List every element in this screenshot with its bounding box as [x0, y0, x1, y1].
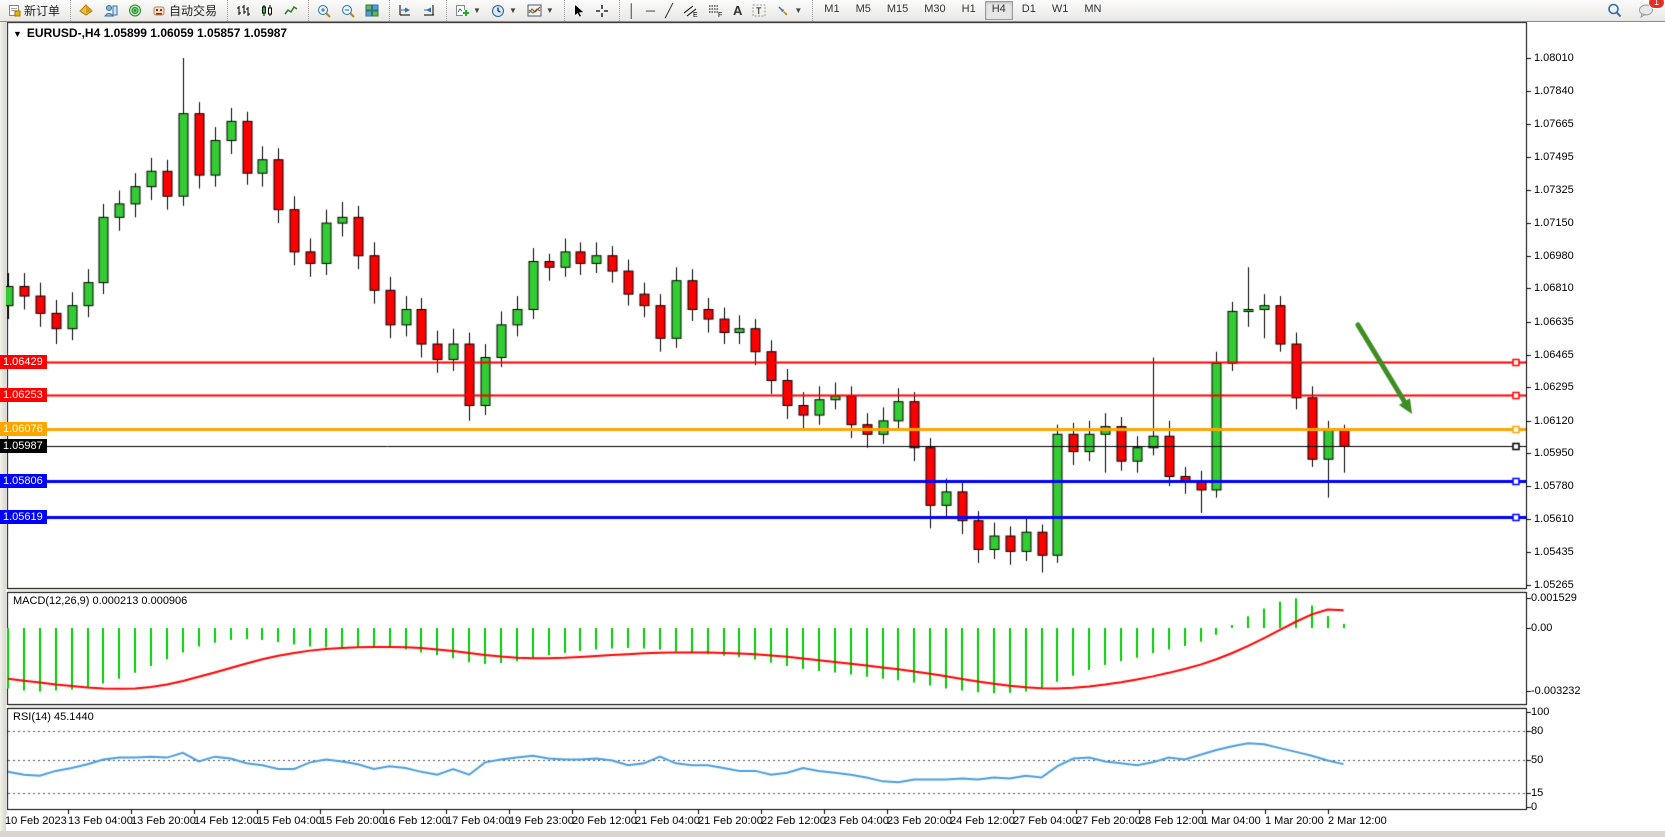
- robot-icon: [152, 4, 166, 17]
- vertical-line-button[interactable]: │: [623, 0, 641, 21]
- signals-button[interactable]: [123, 0, 147, 21]
- new-order-icon: [8, 4, 21, 17]
- periods-caret: ▼: [509, 6, 517, 15]
- text-icon: A: [733, 4, 742, 17]
- collapse-triangle-icon: ▼: [13, 29, 22, 39]
- search-icon: [1607, 3, 1622, 18]
- chat-badge: 1: [1648, 0, 1665, 9]
- window-bottom-edge: [0, 831, 1665, 837]
- timeframe-button-w1[interactable]: W1: [1045, 1, 1076, 20]
- metaeditor-button[interactable]: [74, 0, 99, 21]
- auto-scroll-button[interactable]: [393, 0, 417, 21]
- candlestick-chart-button[interactable]: [255, 0, 279, 21]
- indicators-caret: ▼: [473, 6, 481, 15]
- cursor-group: [564, 0, 617, 21]
- zoom-in-button[interactable]: [312, 0, 336, 21]
- auto-scroll-icon: [398, 4, 412, 17]
- crosshair-button[interactable]: [590, 0, 614, 21]
- svg-text:T: T: [756, 6, 762, 16]
- auto-trading-label: 自动交易: [169, 2, 217, 19]
- candlestick-chart-icon: [260, 4, 274, 17]
- objects-group: ▼ ▼ ▼: [446, 0, 562, 21]
- service-group: 自动交易: [70, 0, 225, 21]
- bar-chart-button[interactable]: [231, 0, 255, 21]
- arrows-caret: ▼: [794, 6, 802, 15]
- horizontal-line-icon: ─: [646, 4, 655, 17]
- cursor-button[interactable]: [568, 0, 590, 21]
- signal-icon: [128, 4, 142, 17]
- templates-caret: ▼: [546, 6, 554, 15]
- clock-icon: [491, 4, 505, 18]
- periods-button[interactable]: ▼: [486, 0, 522, 21]
- horizontal-line-button[interactable]: ─: [641, 0, 660, 21]
- crosshair-icon: [595, 4, 609, 18]
- chart-canvas[interactable]: [0, 0, 1665, 837]
- timeframe-button-m15[interactable]: M15: [880, 1, 915, 20]
- timeframe-button-m1[interactable]: M1: [817, 1, 846, 20]
- fibonacci-icon: F: [708, 4, 723, 17]
- text-button[interactable]: A: [728, 0, 747, 21]
- svg-text:F: F: [718, 12, 722, 17]
- arrows-button[interactable]: ▼: [771, 0, 807, 21]
- indicators-button[interactable]: ▼: [450, 0, 486, 21]
- scroll-group: [389, 0, 444, 21]
- trendline-button[interactable]: ╱: [660, 0, 678, 21]
- chat-button[interactable]: 1: [1633, 0, 1659, 21]
- rsi-indicator-label: RSI(14) 45.1440: [13, 711, 94, 723]
- bar-chart-icon: [236, 4, 250, 17]
- timeframe-button-m30[interactable]: M30: [917, 1, 952, 20]
- timeframe-button-h1[interactable]: H1: [955, 1, 983, 20]
- chart-shift-button[interactable]: [417, 0, 441, 21]
- tile-windows-button[interactable]: [360, 0, 384, 21]
- text-label-button[interactable]: T: [747, 0, 771, 21]
- line-chart-icon: [284, 4, 298, 17]
- trading-platform-window: 新订单 自动交易 ▼ ▼ ▼: [0, 0, 1665, 837]
- macd-indicator-label: MACD(12,26,9) 0.000213 0.000906: [13, 595, 187, 607]
- main-toolbar: 新订单 自动交易 ▼ ▼ ▼: [0, 0, 1665, 22]
- drawing-group: │ ─ ╱ E F A T ▼: [619, 0, 810, 21]
- indicators-add-icon: [455, 4, 469, 17]
- tester-person-icon: [104, 4, 118, 17]
- search-button[interactable]: [1602, 0, 1627, 21]
- arrow-objects-icon: [776, 4, 790, 17]
- new-order-label: 新订单: [24, 2, 60, 19]
- gold-hat-icon: [79, 4, 94, 17]
- chart-type-group: [227, 0, 306, 21]
- toolbar-right: 1: [1602, 0, 1665, 21]
- zoom-out-button[interactable]: [336, 0, 360, 21]
- channel-button[interactable]: E: [678, 0, 703, 21]
- timeframe-button-d1[interactable]: D1: [1015, 1, 1043, 20]
- line-chart-button[interactable]: [279, 0, 303, 21]
- new-order-button[interactable]: 新订单: [3, 0, 65, 21]
- strategy-tester-button[interactable]: [99, 0, 123, 21]
- zoom-group: [308, 0, 387, 21]
- templates-button[interactable]: ▼: [522, 0, 559, 21]
- symbol-ohlc-text: EURUSD-,H4 1.05899 1.06059 1.05857 1.059…: [27, 26, 287, 40]
- timeframe-button-m5[interactable]: M5: [849, 1, 878, 20]
- vertical-line-icon: │: [628, 4, 636, 17]
- chart-shift-icon: [422, 4, 436, 17]
- zoom-out-icon: [341, 4, 355, 18]
- template-icon: [527, 4, 542, 17]
- auto-trading-button[interactable]: 自动交易: [147, 0, 222, 21]
- zoom-in-icon: [317, 4, 331, 18]
- timeframe-group: M1M5M15M30H1H4D1W1MN: [812, 0, 1112, 21]
- equidistant-channel-icon: E: [683, 4, 698, 17]
- window-left-edge: [0, 21, 6, 831]
- trendline-icon: ╱: [665, 4, 673, 17]
- text-label-icon: T: [752, 4, 766, 17]
- svg-text:E: E: [693, 12, 698, 17]
- timeframe-button-h4[interactable]: H4: [985, 1, 1013, 20]
- chart-ohlc-title[interactable]: ▼ EURUSD-,H4 1.05899 1.06059 1.05857 1.05…: [13, 26, 287, 40]
- timeframe-button-mn[interactable]: MN: [1077, 1, 1108, 20]
- fibonacci-button[interactable]: F: [703, 0, 728, 21]
- cursor-icon: [573, 4, 585, 17]
- tile-windows-icon: [365, 4, 379, 17]
- order-group: 新订单: [0, 0, 68, 21]
